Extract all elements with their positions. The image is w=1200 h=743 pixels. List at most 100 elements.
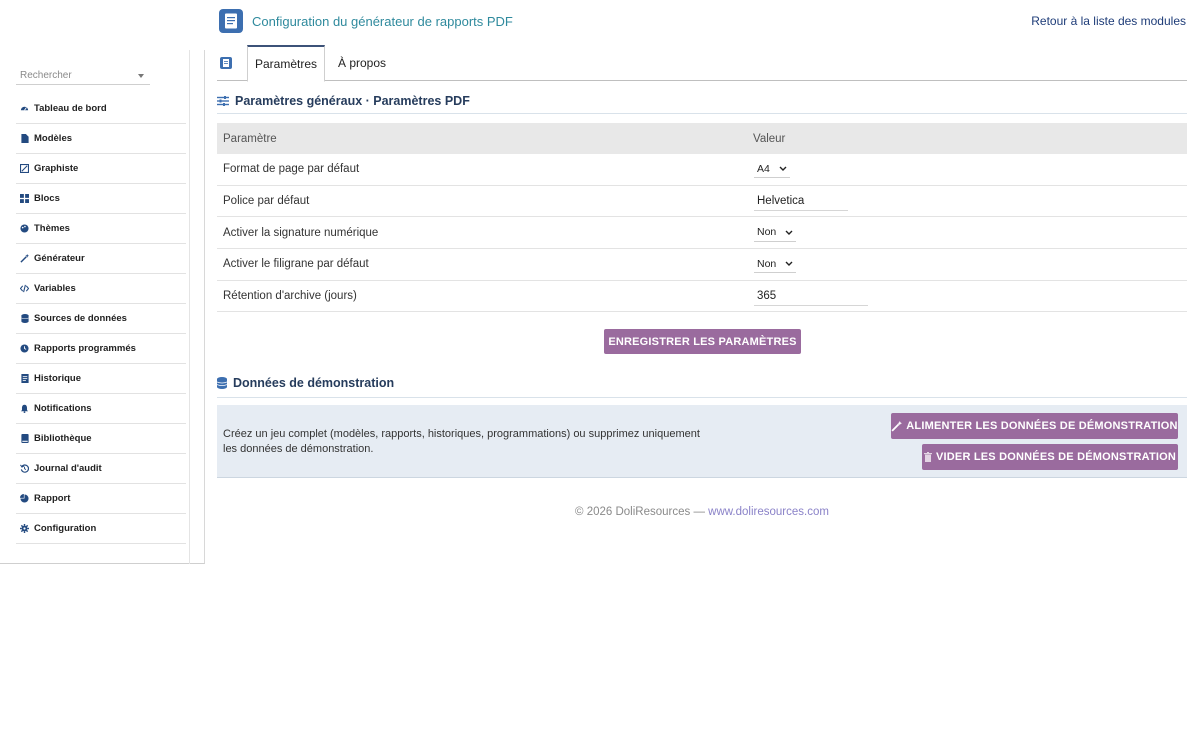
param-label: Police par défaut (223, 195, 310, 208)
sidebar: Rechercher Tableau de bord Modèles Graph… (0, 50, 205, 564)
sidebar-item-label: Historique (34, 373, 81, 384)
sidebar-item-bibliotheque[interactable]: Bibliothèque (16, 424, 186, 454)
clock-icon (20, 344, 29, 353)
table-row: Activer le filigrane par défaut Non (217, 249, 1187, 281)
section-divider (217, 397, 1187, 398)
param-label: Rétention d'archive (jours) (223, 290, 357, 303)
demo-section-title: Données de démonstration (217, 376, 394, 390)
sidebar-item-generateur[interactable]: Générateur (16, 244, 186, 274)
select-value: Non (757, 226, 777, 239)
select-value: Non (757, 257, 777, 270)
sliders-icon (217, 96, 229, 106)
demo-description: Créez un jeu complet (modèles, rapports,… (223, 428, 700, 455)
sidebar-item-label: Configuration (34, 523, 97, 534)
footer-website-link[interactable]: www.doliresources.com (708, 506, 829, 518)
sidebar-item-label: Blocs (34, 193, 60, 204)
param-label: Format de page par défaut (223, 163, 360, 176)
sidebar-item-label: Thèmes (34, 223, 70, 234)
magic-wand-icon (891, 420, 903, 432)
sidebar-item-label: Sources de données (34, 313, 127, 324)
database-icon (20, 314, 29, 323)
sidebar-item-historique[interactable]: Historique (16, 364, 186, 394)
history-doc-icon (20, 374, 29, 383)
button-label: ALIMENTER LES DONNÉES DE DÉMONSTRATION (906, 420, 1178, 432)
params-table: Paramètre Valeur Format de page par défa… (217, 123, 1187, 313)
param-label: Activer la signature numérique (223, 226, 379, 239)
sidebar-item-label: Rapports programmés (34, 343, 136, 354)
sidebar-item-configuration[interactable]: Configuration (16, 514, 186, 544)
gear-icon (20, 524, 29, 533)
sidebar-item-label: Tableau de bord (34, 103, 107, 114)
sidebar-item-variables[interactable]: Variables (16, 274, 186, 304)
param-label: Activer le filigrane par défaut (223, 258, 369, 271)
table-header: Paramètre Valeur (217, 123, 1187, 154)
tab-bar: Paramètres À propos (217, 45, 1187, 82)
select-value: A4 (757, 162, 770, 175)
database-icon (217, 377, 227, 389)
sidebar-item-modeles[interactable]: Modèles (16, 124, 186, 154)
sidebar-item-label: Rapport (34, 493, 71, 504)
dashboard-icon (20, 104, 29, 113)
magic-wand-icon (20, 254, 29, 263)
sidebar-item-sources[interactable]: Sources de données (16, 304, 186, 334)
digital-signature-select[interactable]: Non (754, 224, 797, 242)
sidebar-item-themes[interactable]: Thèmes (16, 214, 186, 244)
book-icon (20, 434, 29, 443)
sidebar-item-label: Bibliothèque (34, 433, 92, 444)
tab-parametres[interactable]: Paramètres (247, 45, 325, 82)
footer: © 2026 DoliResources — www.doliresources… (0, 506, 1200, 518)
sidebar-item-graphiste[interactable]: Graphiste (16, 154, 186, 184)
pie-chart-icon (20, 494, 29, 503)
sidebar-item-notifications[interactable]: Notifications (16, 394, 186, 424)
section-divider (217, 113, 1187, 114)
undo-history-icon (20, 464, 29, 473)
sidebar-item-label: Générateur (34, 253, 85, 264)
params-section-title: Paramètres généraux · Paramètres PDF (217, 94, 470, 108)
blocks-icon (20, 194, 29, 203)
file-icon (20, 134, 29, 143)
design-icon (20, 164, 29, 173)
app-logo-icon (219, 9, 243, 33)
section-title-text: Données de démonstration (233, 376, 395, 390)
chevron-down-icon (785, 261, 793, 267)
chevron-down-icon (779, 166, 787, 172)
default-font-input[interactable]: Helvetica (754, 191, 848, 212)
save-settings-button[interactable]: ENREGISTRER LES PARAMÈTRES (604, 329, 801, 354)
table-row: Police par défaut Helvetica (217, 186, 1187, 218)
search-select[interactable]: Rechercher (16, 67, 150, 85)
table-row: Rétention d'archive (jours) 365 (217, 281, 1187, 313)
section-title-text: Paramètres généraux · Paramètres PDF (235, 94, 470, 108)
sidebar-item-rapports-programmes[interactable]: Rapports programmés (16, 334, 186, 364)
trash-icon (923, 452, 932, 462)
col-header-value: Valeur (753, 132, 786, 145)
chevron-down-icon (138, 73, 144, 78)
back-to-modules-link[interactable]: Retour à la liste des modules (1031, 14, 1186, 28)
sidebar-panel: Rechercher Tableau de bord Modèles Graph… (0, 50, 190, 564)
seed-demo-data-button[interactable]: ALIMENTER LES DONNÉES DE DÉMONSTRATION (891, 413, 1178, 439)
col-header-param: Paramètre (223, 132, 277, 145)
table-row: Format de page par défaut A4 (217, 154, 1187, 186)
chevron-down-icon (785, 230, 793, 235)
sidebar-item-journal-audit[interactable]: Journal d'audit (16, 454, 186, 484)
watermark-select[interactable]: Non (754, 255, 797, 274)
sidebar-item-label: Notifications (34, 403, 92, 414)
sidebar-item-label: Variables (34, 283, 76, 294)
clear-demo-data-button[interactable]: VIDER LES DONNÉES DE DÉMONSTRATION (922, 444, 1178, 470)
sidebar-item-blocs[interactable]: Blocs (16, 184, 186, 214)
archive-retention-input[interactable]: 365 (754, 286, 868, 307)
sidebar-menu: Tableau de bord Modèles Graphiste Blocs … (16, 94, 186, 544)
page-title: Configuration du générateur de rapports … (252, 14, 513, 29)
search-placeholder: Rechercher (20, 70, 72, 81)
palette-icon (20, 224, 29, 233)
tab-a-propos[interactable]: À propos (338, 45, 386, 81)
sidebar-item-label: Journal d'audit (34, 463, 102, 474)
footer-copyright: © 2026 DoliResources — (575, 506, 705, 518)
code-icon (20, 284, 29, 293)
table-row: Activer la signature numérique Non (217, 217, 1187, 250)
sidebar-item-label: Graphiste (34, 163, 79, 174)
module-icon (220, 57, 232, 69)
sidebar-item-dashboard[interactable]: Tableau de bord (16, 94, 186, 124)
page-format-select[interactable]: A4 (754, 160, 790, 179)
bell-icon (20, 404, 29, 413)
sidebar-item-label: Modèles (34, 133, 73, 144)
